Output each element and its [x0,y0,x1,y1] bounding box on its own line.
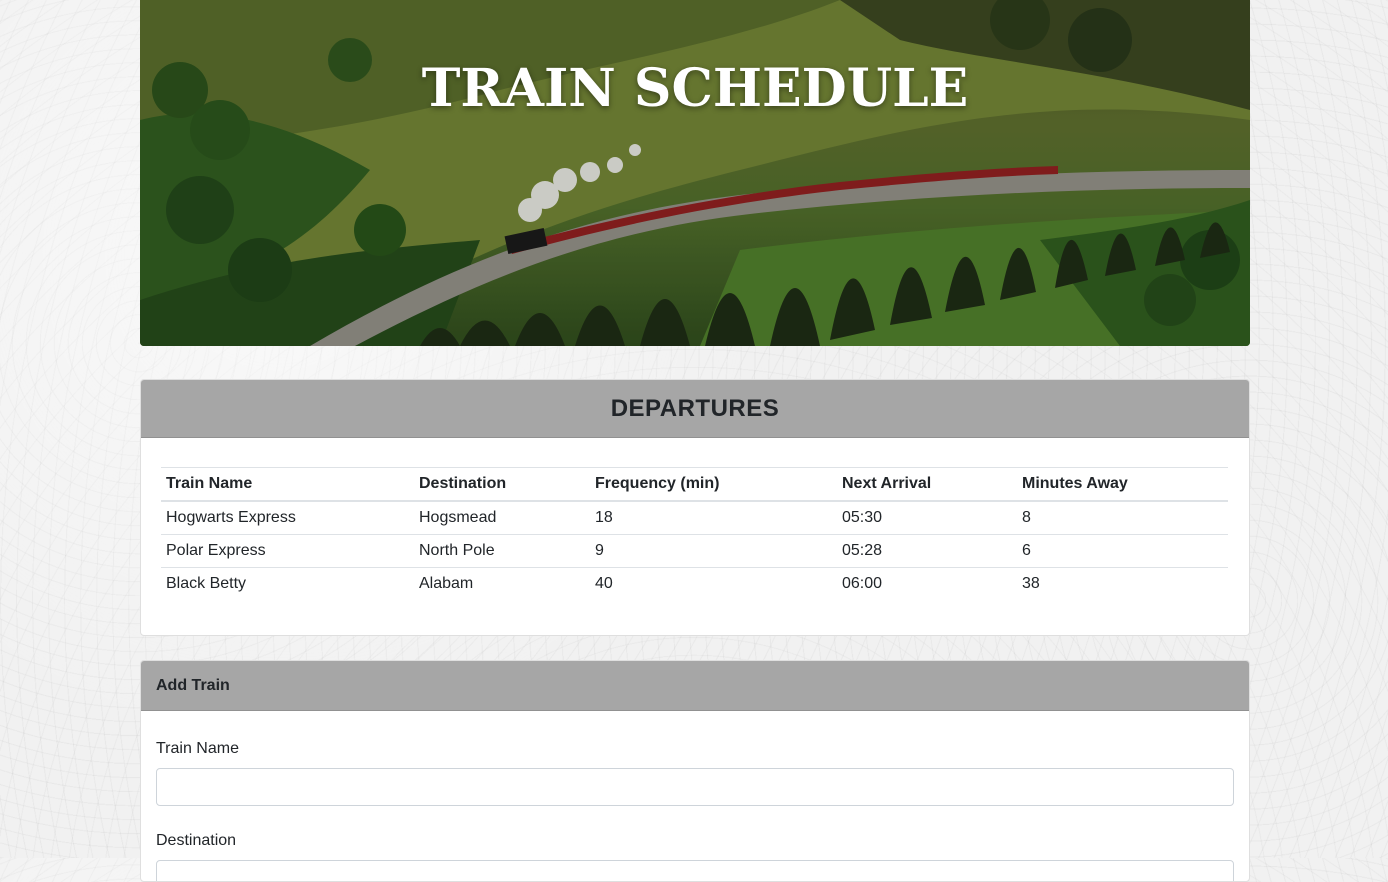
table-row: Hogwarts Express Hogsmead 18 05:30 8 [161,501,1228,535]
cell-minutes-away: 38 [1017,567,1228,600]
add-train-header: Add Train [141,661,1249,711]
column-header-minutes-away: Minutes Away [1017,467,1228,502]
add-train-card: Add Train Train Name Destination [140,660,1250,882]
table-row: Polar Express North Pole 9 05:28 6 [161,534,1228,568]
cell-minutes-away: 6 [1017,534,1228,568]
cell-next-arrival: 06:00 [837,567,1017,600]
page-container: TRAIN SCHEDULE DEPARTURES Train Name Des… [140,0,1250,882]
cell-destination: Hogsmead [419,509,497,526]
cell-train-name: Hogwarts Express [166,509,296,526]
train-name-label: Train Name [156,740,239,757]
column-header-destination: Destination [414,467,590,502]
cell-minutes-away: 8 [1022,509,1031,526]
hero-image [140,0,1250,346]
hero-banner: TRAIN SCHEDULE [140,0,1250,346]
cell-destination: North Pole [414,534,590,568]
cell-train-name: Polar Express [161,534,414,568]
train-name-input[interactable] [156,768,1234,806]
departures-table: Train Name Destination Frequency (min) N… [161,467,1228,600]
destination-label: Destination [156,832,237,849]
cell-destination: Alabam [414,567,590,600]
page-title: TRAIN SCHEDULE [421,58,969,119]
destination-input[interactable] [156,860,1234,881]
cell-next-arrival: 05:28 [837,534,1017,568]
form-group-destination: Destination [156,828,1234,881]
column-header-next-arrival: Next Arrival [837,467,1017,502]
cell-frequency: 9 [590,534,837,568]
column-header-frequency: Frequency (min) [590,467,837,502]
cell-frequency: 18 [595,509,613,526]
column-header-train-name: Train Name [161,467,414,502]
departures-header: DEPARTURES [141,380,1249,438]
cell-train-name: Black Betty [161,567,414,600]
cell-frequency: 40 [590,567,837,600]
table-header-row: Train Name Destination Frequency (min) N… [161,467,1228,502]
form-group-train-name: Train Name [156,736,1234,806]
table-row: Black Betty Alabam 40 06:00 38 [161,567,1228,600]
cell-next-arrival: 05:30 [842,509,883,526]
departures-card: DEPARTURES Train Name Destination Freque… [140,379,1250,636]
